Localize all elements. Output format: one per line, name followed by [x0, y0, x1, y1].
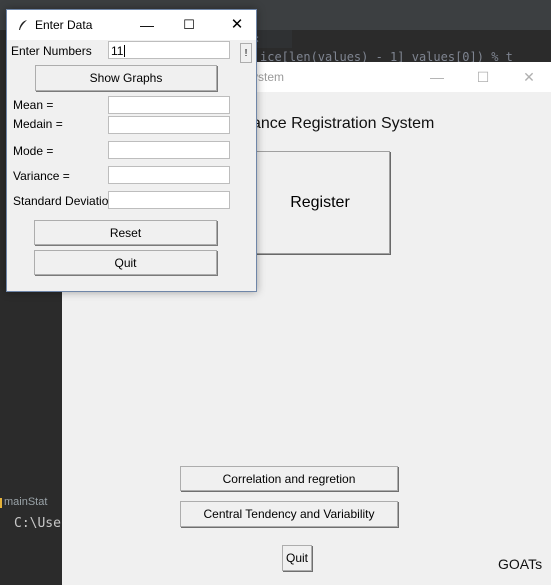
- footer-label: GOATs: [498, 556, 543, 572]
- mean-label: Mean =: [13, 98, 54, 112]
- ide-terminal: mainStat C:\Use: [0, 490, 62, 585]
- dialog-titlebar: Enter Data — ☐ ✕: [7, 10, 256, 40]
- minimize-icon[interactable]: —: [137, 10, 157, 40]
- dialog-title: Enter Data: [35, 18, 93, 32]
- numbers-input-value: 11: [111, 44, 124, 58]
- close-icon[interactable]: ✕: [506, 62, 551, 92]
- close-icon[interactable]: ✕: [227, 10, 247, 40]
- terminal-output: C:\Use: [14, 516, 61, 531]
- main-quit-button[interactable]: Quit: [282, 545, 312, 571]
- std-deviation-label: Standard Deviatio: [13, 194, 109, 208]
- ide-side-panel: [0, 290, 62, 490]
- maximize-icon[interactable]: ☐: [460, 62, 506, 92]
- dialog-quit-button[interactable]: Quit: [34, 250, 217, 275]
- variance-field[interactable]: [108, 166, 230, 184]
- std-deviation-field[interactable]: [108, 191, 230, 209]
- mode-field[interactable]: [108, 141, 230, 159]
- numbers-input[interactable]: 11: [108, 41, 230, 59]
- register-button[interactable]: Register: [250, 151, 390, 254]
- variance-label: Variance =: [13, 169, 70, 183]
- reset-button[interactable]: Reset: [34, 220, 217, 245]
- median-field[interactable]: [108, 116, 230, 134]
- terminal-tab[interactable]: mainStat: [0, 496, 47, 508]
- page-title: ance Registration System: [252, 115, 435, 132]
- extra-button[interactable]: !: [240, 43, 252, 63]
- correlation-button[interactable]: Correlation and regretion: [180, 466, 398, 491]
- enter-data-dialog: Enter Data — ☐ ✕ Enter Numbers 11 ! Show…: [6, 9, 257, 292]
- mean-field[interactable]: [108, 96, 230, 114]
- central-tendency-button[interactable]: Central Tendency and Variability: [180, 501, 398, 527]
- enter-numbers-label: Enter Numbers: [11, 44, 92, 58]
- median-label: Medain =: [13, 117, 63, 131]
- feather-icon: [19, 20, 27, 30]
- mode-label: Mode =: [13, 144, 54, 158]
- minimize-icon[interactable]: —: [414, 62, 460, 92]
- show-graphs-button[interactable]: Show Graphs: [35, 65, 217, 91]
- maximize-icon[interactable]: ☐: [179, 10, 199, 40]
